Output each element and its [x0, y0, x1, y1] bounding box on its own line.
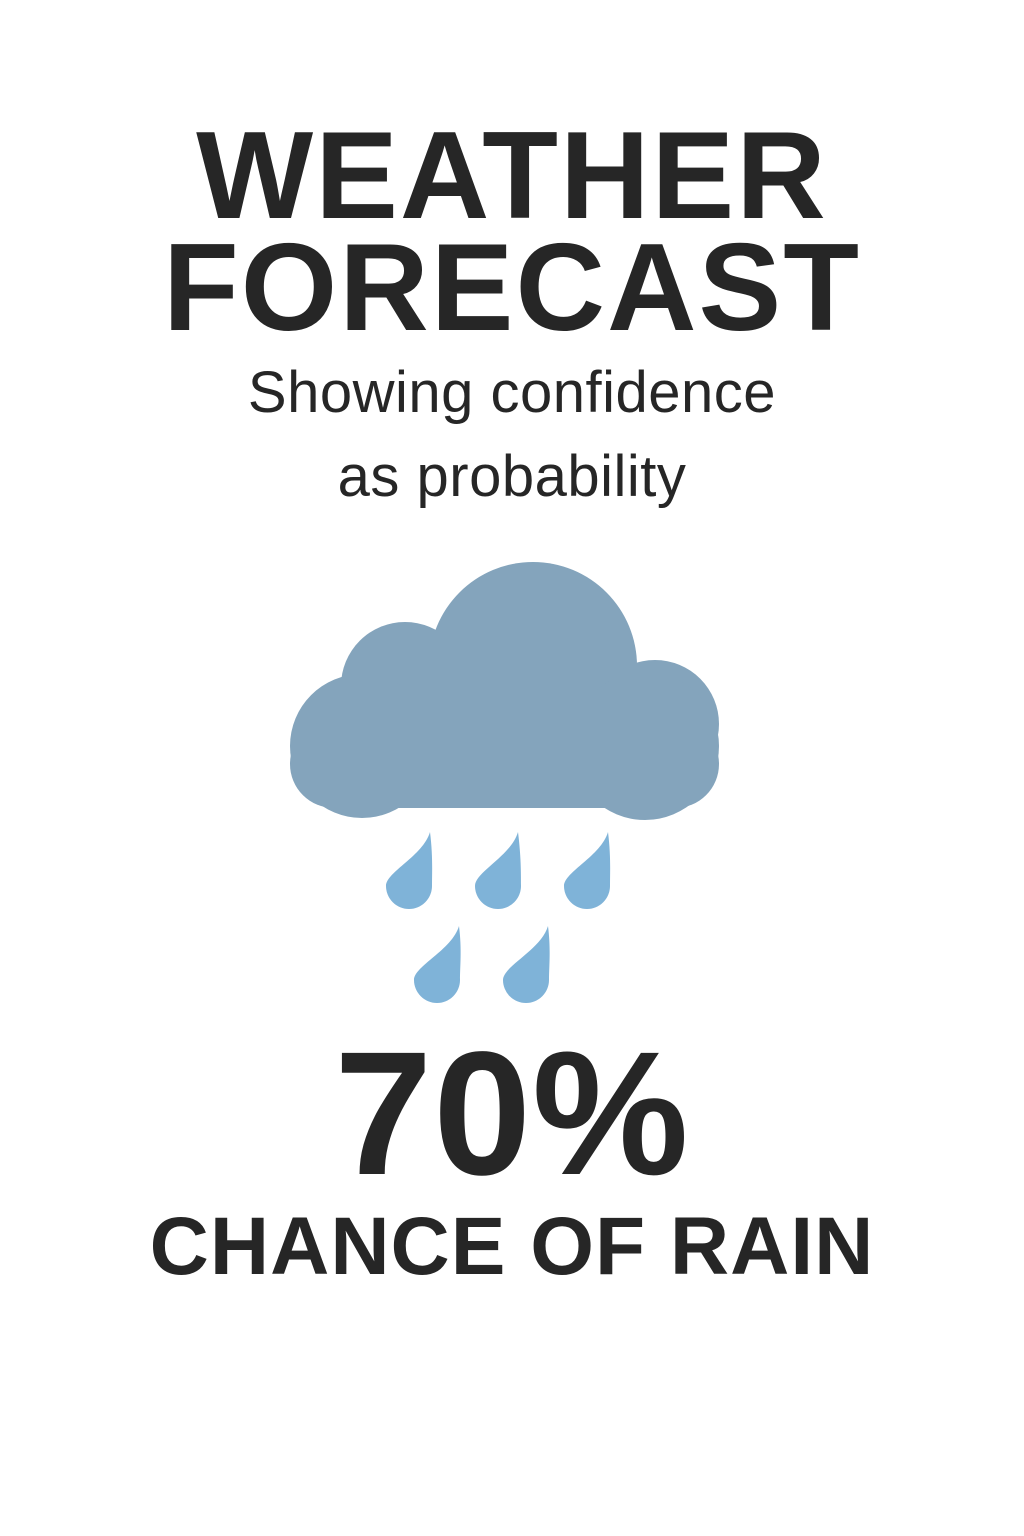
forecast-card: WEATHER FORECAST Showing confidence as p… [0, 0, 1024, 1536]
rain-probability-value: 70% [334, 1016, 690, 1212]
rain-probability-caption: CHANCE OF RAIN [149, 1201, 875, 1292]
title-line-2: FORECAST [163, 219, 861, 357]
cloud-icon [290, 562, 719, 820]
raindrop-icon [564, 832, 611, 909]
raindrop-icon [503, 926, 550, 1003]
raindrop-icon [414, 926, 461, 1003]
subtitle-line-1: Showing confidence [247, 360, 777, 425]
subtitle-line-2: as probability [337, 444, 687, 509]
raindrop-icon [475, 832, 521, 909]
raindrop-icon [386, 832, 433, 909]
rain-cloud-icon [290, 562, 719, 1003]
